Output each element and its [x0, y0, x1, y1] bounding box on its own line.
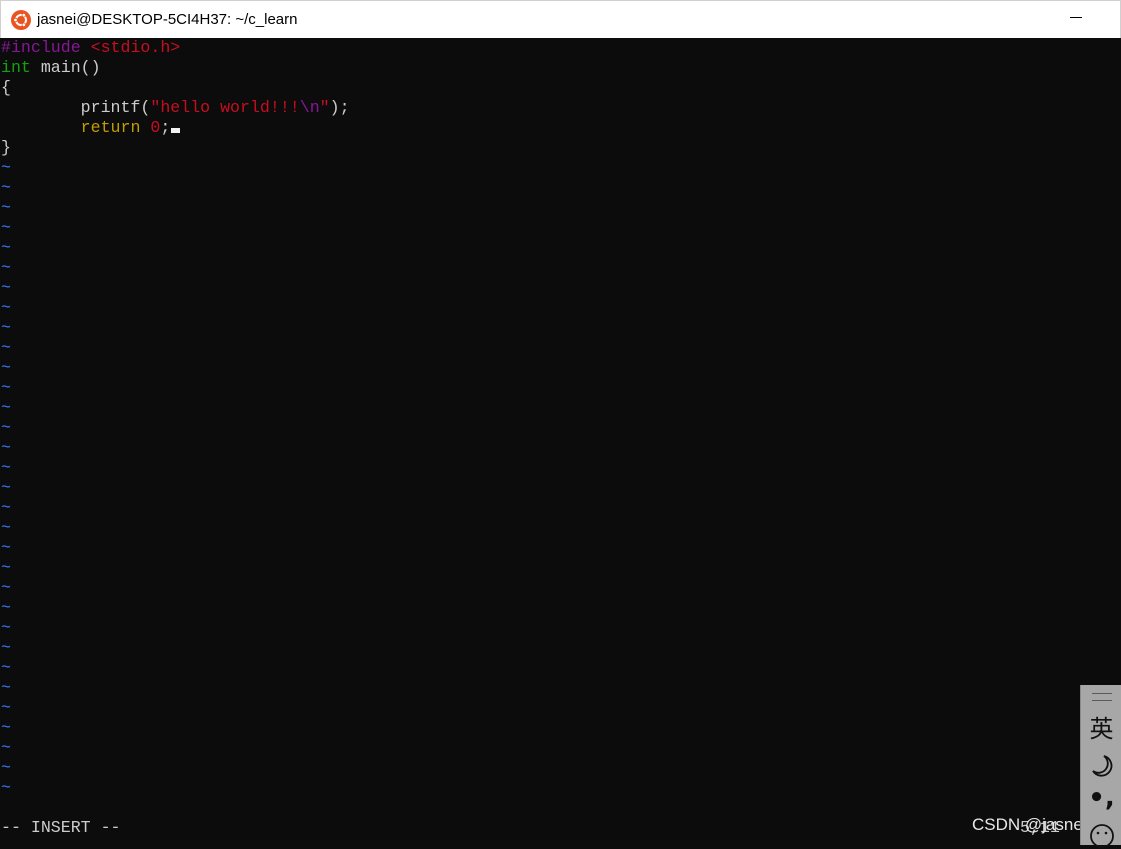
code-token: <stdio.h>: [90, 38, 181, 57]
code-token: printf(: [1, 98, 151, 117]
title-bar[interactable]: jasnei@DESKTOP-5CI4H37: ~/c_learn: [0, 0, 1121, 38]
empty-line-tilde: ~: [1, 438, 11, 457]
empty-line-tilde: ~: [1, 518, 11, 537]
code-token: main(): [30, 58, 101, 77]
text-cursor: [171, 128, 181, 133]
empty-line-tilde: ~: [1, 158, 11, 177]
empty-line-tilde: ~: [1, 538, 11, 557]
code-line[interactable]: #include <stdio.h>: [1, 38, 180, 58]
minimize-button[interactable]: [1053, 1, 1099, 38]
code-token: #include: [1, 38, 91, 57]
window-title: jasnei@DESKTOP-5CI4H37: ~/c_learn: [37, 11, 298, 28]
ime-toolbar[interactable]: 英 •,: [1080, 685, 1121, 848]
empty-line-tilde: ~: [1, 698, 11, 717]
empty-line-tilde: ~: [1, 558, 11, 577]
empty-line-tilde: ~: [1, 638, 11, 657]
moon-icon[interactable]: [1089, 753, 1115, 779]
code-line[interactable]: return 0;: [1, 118, 181, 138]
ime-punctuation-toggle[interactable]: •,: [1081, 783, 1121, 813]
code-token: ": [319, 98, 330, 117]
code-line[interactable]: {: [1, 78, 11, 98]
empty-line-tilde: ~: [1, 738, 11, 757]
code-token: "hello world!!!: [150, 98, 300, 117]
code-token: {: [1, 78, 11, 97]
code-token: 0: [150, 118, 161, 137]
code-line[interactable]: int main(): [1, 58, 101, 78]
empty-line-tilde: ~: [1, 198, 11, 217]
code-token: }: [1, 138, 11, 157]
emoji-icon[interactable]: [1089, 823, 1115, 849]
watermark: CSDN @jasneik: [972, 815, 1096, 834]
empty-line-tilde: ~: [1, 238, 11, 257]
empty-line-tilde: ~: [1, 178, 11, 197]
empty-line-tilde: ~: [1, 278, 11, 297]
code-token: );: [329, 98, 350, 117]
ubuntu-icon: [11, 10, 31, 30]
empty-line-tilde: ~: [1, 458, 11, 477]
empty-line-tilde: ~: [1, 718, 11, 737]
empty-line-tilde: ~: [1, 658, 11, 677]
code-line[interactable]: printf("hello world!!!\n");: [1, 98, 350, 118]
empty-line-tilde: ~: [1, 598, 11, 617]
minimize-icon: [1070, 17, 1082, 18]
code-token: return: [1, 118, 151, 137]
code-token: ;: [160, 118, 171, 137]
empty-line-tilde: ~: [1, 618, 11, 637]
code-token: \n: [299, 98, 320, 117]
empty-line-tilde: ~: [1, 298, 11, 317]
code-line[interactable]: }: [1, 138, 11, 158]
code-token: int: [1, 58, 31, 77]
empty-line-tilde: ~: [1, 498, 11, 517]
empty-line-tilde: ~: [1, 678, 11, 697]
empty-line-tilde: ~: [1, 358, 11, 377]
empty-line-tilde: ~: [1, 258, 11, 277]
empty-line-tilde: ~: [1, 478, 11, 497]
ime-language-toggle[interactable]: 英: [1081, 709, 1121, 744]
empty-line-tilde: ~: [1, 378, 11, 397]
empty-line-tilde: ~: [1, 218, 11, 237]
empty-line-tilde: ~: [1, 578, 11, 597]
empty-line-tilde: ~: [1, 318, 11, 337]
empty-line-tilde: ~: [1, 778, 11, 797]
empty-line-tilde: ~: [1, 418, 11, 437]
empty-line-tilde: ~: [1, 758, 11, 777]
mode-indicator: -- INSERT --: [1, 818, 121, 837]
terminal-area[interactable]: #include <stdio.h> int main(){ printf("he…: [0, 38, 1121, 845]
drag-handle-icon[interactable]: [1092, 693, 1112, 701]
empty-line-tilde: ~: [1, 398, 11, 417]
empty-line-tilde: ~: [1, 338, 11, 357]
